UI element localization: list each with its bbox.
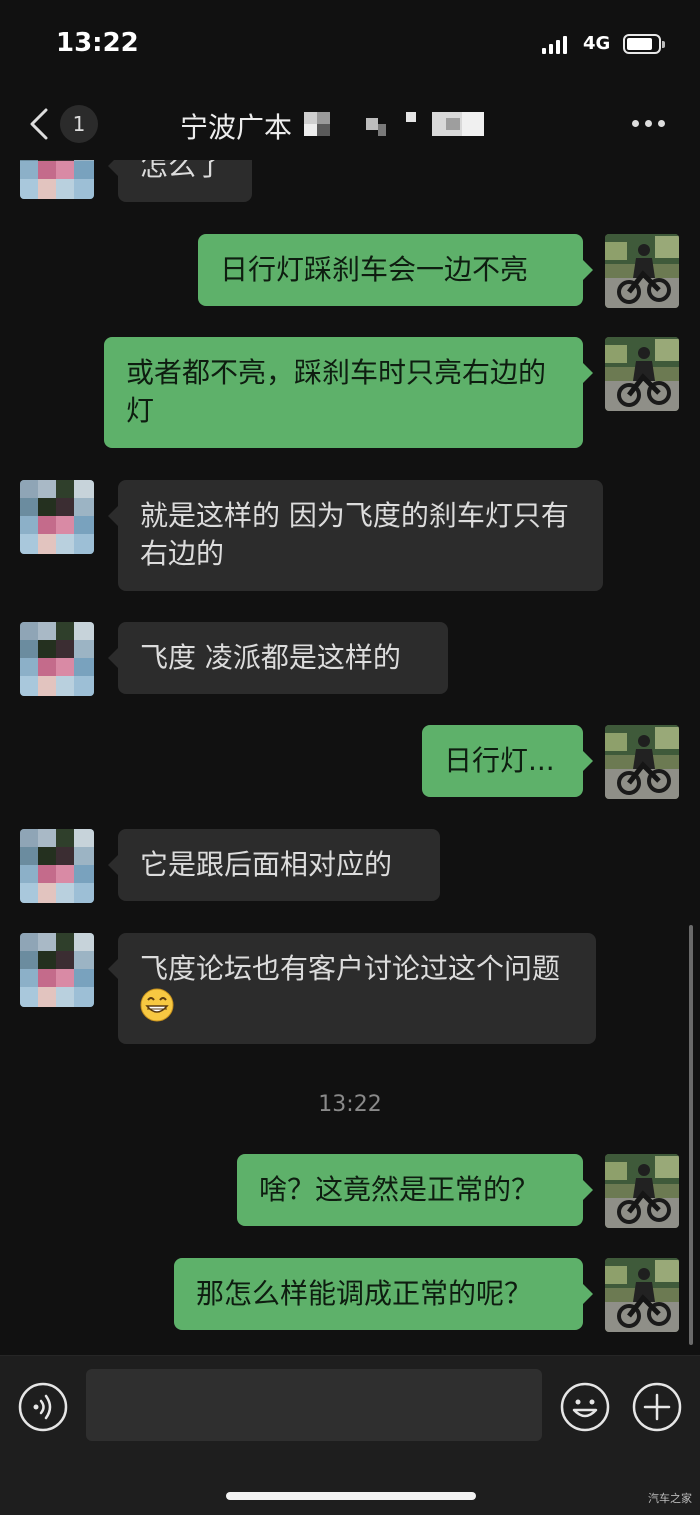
message-bubble-outgoing[interactable]: 啥？这竟然是正常的？	[237, 1154, 593, 1226]
message-bubble-outgoing[interactable]: 日行灯...	[422, 725, 593, 797]
redaction-mosaic	[366, 112, 484, 136]
network-type: 4G	[583, 33, 611, 54]
unread-count-badge: 1	[60, 105, 98, 143]
avatar-contact[interactable]	[20, 622, 94, 696]
message-bubble-incoming[interactable]: 飞度 凌派都是这样的	[108, 622, 448, 694]
home-indicator[interactable]	[226, 1492, 476, 1500]
avatar-contact[interactable]	[20, 160, 94, 199]
avatar-self[interactable]	[605, 234, 679, 308]
more-icon[interactable]	[632, 120, 665, 127]
scrollbar[interactable]	[689, 925, 693, 1345]
nav-bar: 1 宁波广本	[0, 90, 700, 160]
message-bubble-incoming[interactable]: 它是跟后面相对应的	[108, 829, 440, 901]
avatar-contact[interactable]	[20, 829, 94, 903]
message-bubble-incoming[interactable]: 飞度论坛也有客户讨论过这个问题	[108, 933, 596, 1044]
message-bubble-outgoing[interactable]: 那怎么样能调成正常的呢？	[174, 1258, 593, 1330]
chat-area: 怎么了 日行灯踩刹车会一边不亮 或者都不亮，踩刹车时只亮右边的灯 就是这样的 因…	[0, 160, 700, 1355]
battery-icon	[623, 34, 665, 54]
message-text: 日行灯...	[444, 744, 555, 777]
grinning-emoji-icon	[140, 988, 174, 1022]
watermark: 汽车之家	[648, 1492, 692, 1505]
status-time: 13:22	[56, 28, 139, 58]
message-text: 或者都不亮，踩刹车时只亮右边的灯	[126, 356, 547, 427]
message-input[interactable]	[86, 1369, 542, 1441]
avatar-self[interactable]	[605, 1258, 679, 1332]
message-text: 那怎么样能调成正常的呢？	[196, 1277, 533, 1310]
chat-title[interactable]: 宁波广本	[180, 106, 292, 146]
message-bubble-incoming[interactable]: 就是这样的 因为飞度的刹车灯只有右边的	[108, 480, 603, 591]
avatar-self[interactable]	[605, 337, 679, 411]
emoji-icon[interactable]	[560, 1382, 610, 1432]
input-bar: 汽车之家	[0, 1355, 700, 1515]
message-text: 它是跟后面相对应的	[140, 848, 393, 881]
plus-icon[interactable]	[632, 1382, 682, 1432]
redaction-mosaic	[304, 112, 330, 136]
message-bubble-outgoing[interactable]: 日行灯踩刹车会一边不亮	[198, 234, 593, 306]
message-text: 怎么了	[140, 160, 225, 182]
voice-icon[interactable]	[18, 1382, 68, 1432]
avatar-self[interactable]	[605, 1154, 679, 1228]
message-bubble-incoming[interactable]: 怎么了	[108, 160, 252, 202]
message-text: 飞度论坛也有客户讨论过这个问题	[140, 952, 561, 985]
avatar-contact[interactable]	[20, 480, 94, 554]
message-text: 就是这样的 因为飞度的刹车灯只有右边的	[140, 499, 569, 570]
message-text: 日行灯踩刹车会一边不亮	[220, 253, 529, 286]
message-text: 飞度 凌派都是这样的	[140, 641, 401, 674]
back-icon[interactable]	[22, 104, 62, 144]
message-text: 啥？这竟然是正常的？	[259, 1173, 540, 1206]
message-bubble-outgoing[interactable]: 或者都不亮，踩刹车时只亮右边的灯	[104, 337, 593, 448]
status-bar: 13:22 4G	[0, 0, 700, 90]
time-divider: 13:22	[318, 1092, 382, 1117]
avatar-contact[interactable]	[20, 933, 94, 1007]
avatar-self[interactable]	[605, 725, 679, 799]
cellular-signal-icon	[542, 34, 567, 54]
